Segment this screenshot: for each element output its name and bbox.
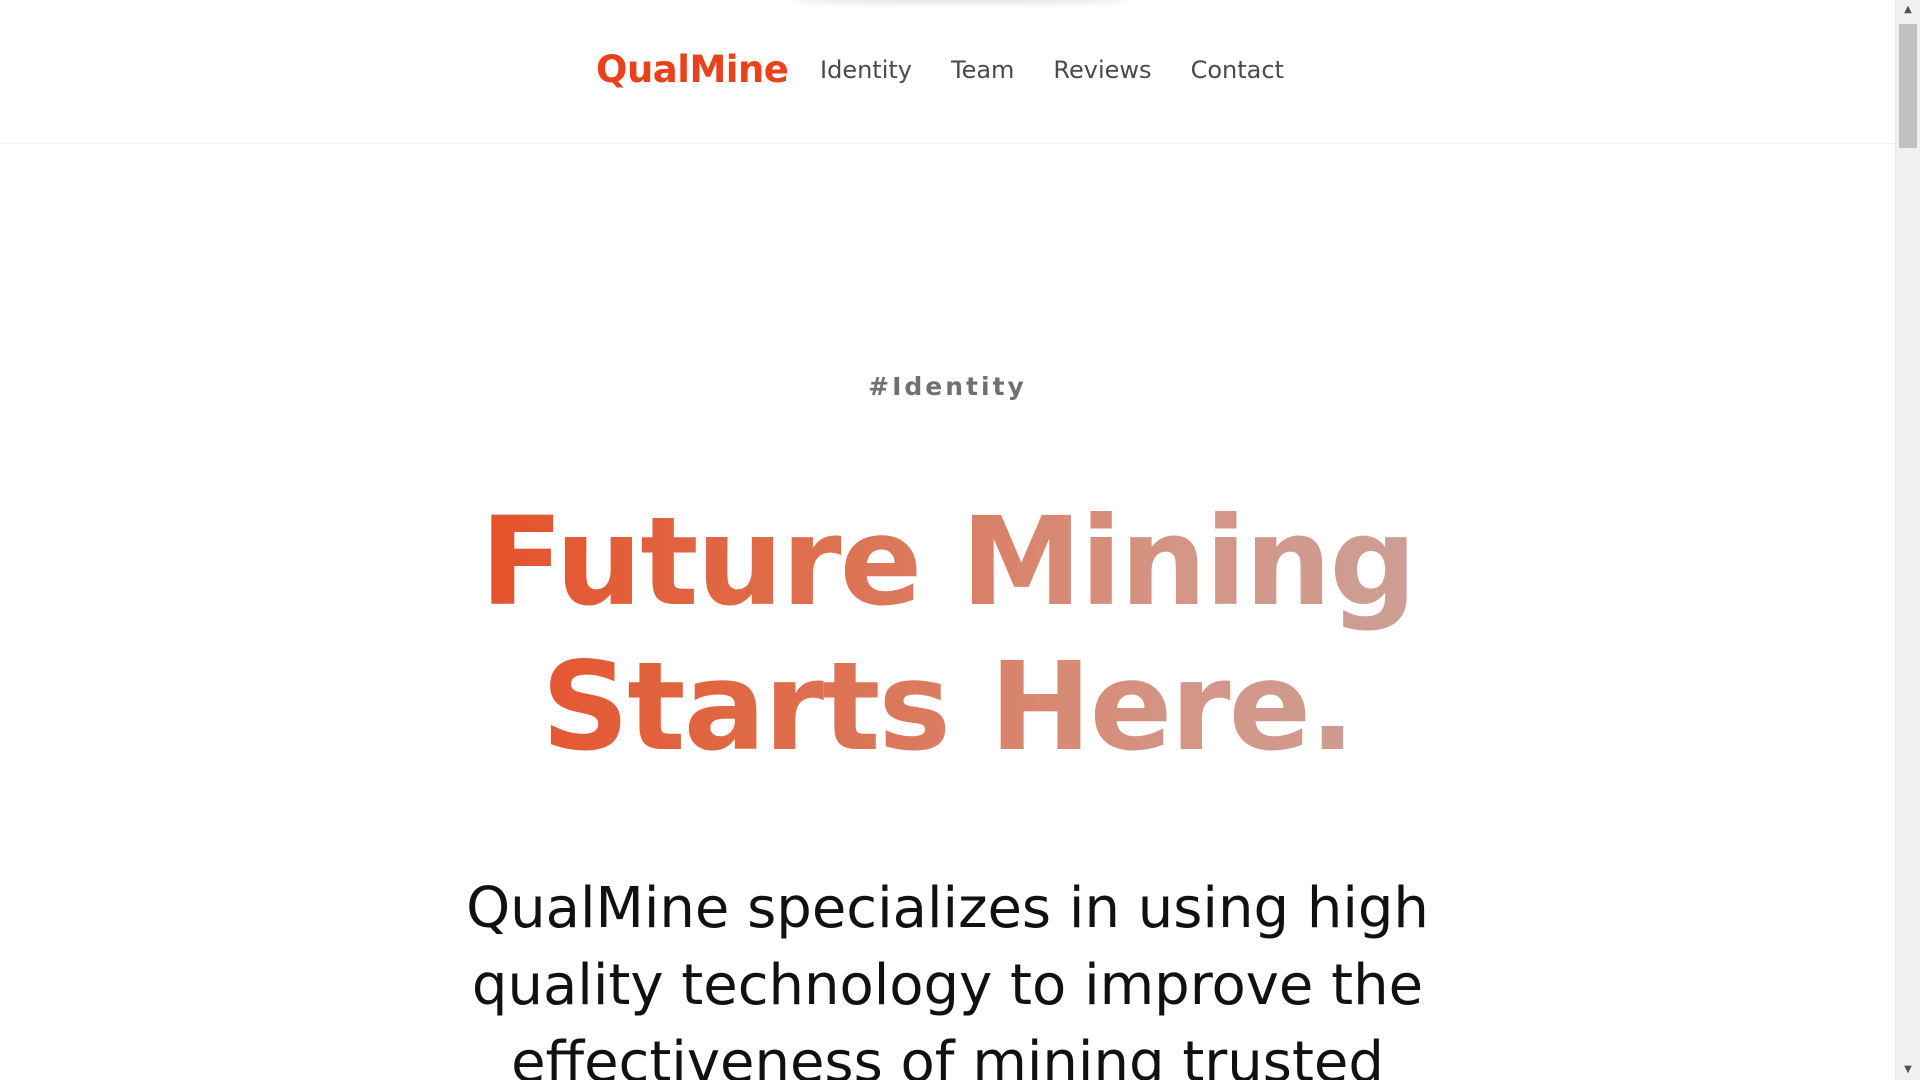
navbar: QualMine Identity Team Reviews Contact <box>0 0 1895 144</box>
hero-title: Future Mining Starts Here. <box>320 490 1575 780</box>
nav-links: Identity Team Reviews Contact <box>820 56 1323 84</box>
vertical-scrollbar[interactable]: ▲ ▼ <box>1895 0 1920 1080</box>
section-tag: #Identity <box>868 372 1027 401</box>
nav-link-contact[interactable]: Contact <box>1191 56 1284 84</box>
scrollbar-thumb[interactable] <box>1899 24 1917 148</box>
page: QualMine Identity Team Reviews Contact #… <box>0 0 1920 1080</box>
nav-link-reviews[interactable]: Reviews <box>1053 56 1151 84</box>
brand-logo[interactable]: QualMine <box>596 48 789 91</box>
nav-link-identity[interactable]: Identity <box>820 56 912 84</box>
nav-link-team[interactable]: Team <box>951 56 1014 84</box>
hero-description: QualMine specializes in using high quali… <box>466 876 1429 1080</box>
arrow-up-icon[interactable]: ▲ <box>1896 0 1920 20</box>
arrow-down-icon[interactable]: ▼ <box>1896 1060 1920 1080</box>
